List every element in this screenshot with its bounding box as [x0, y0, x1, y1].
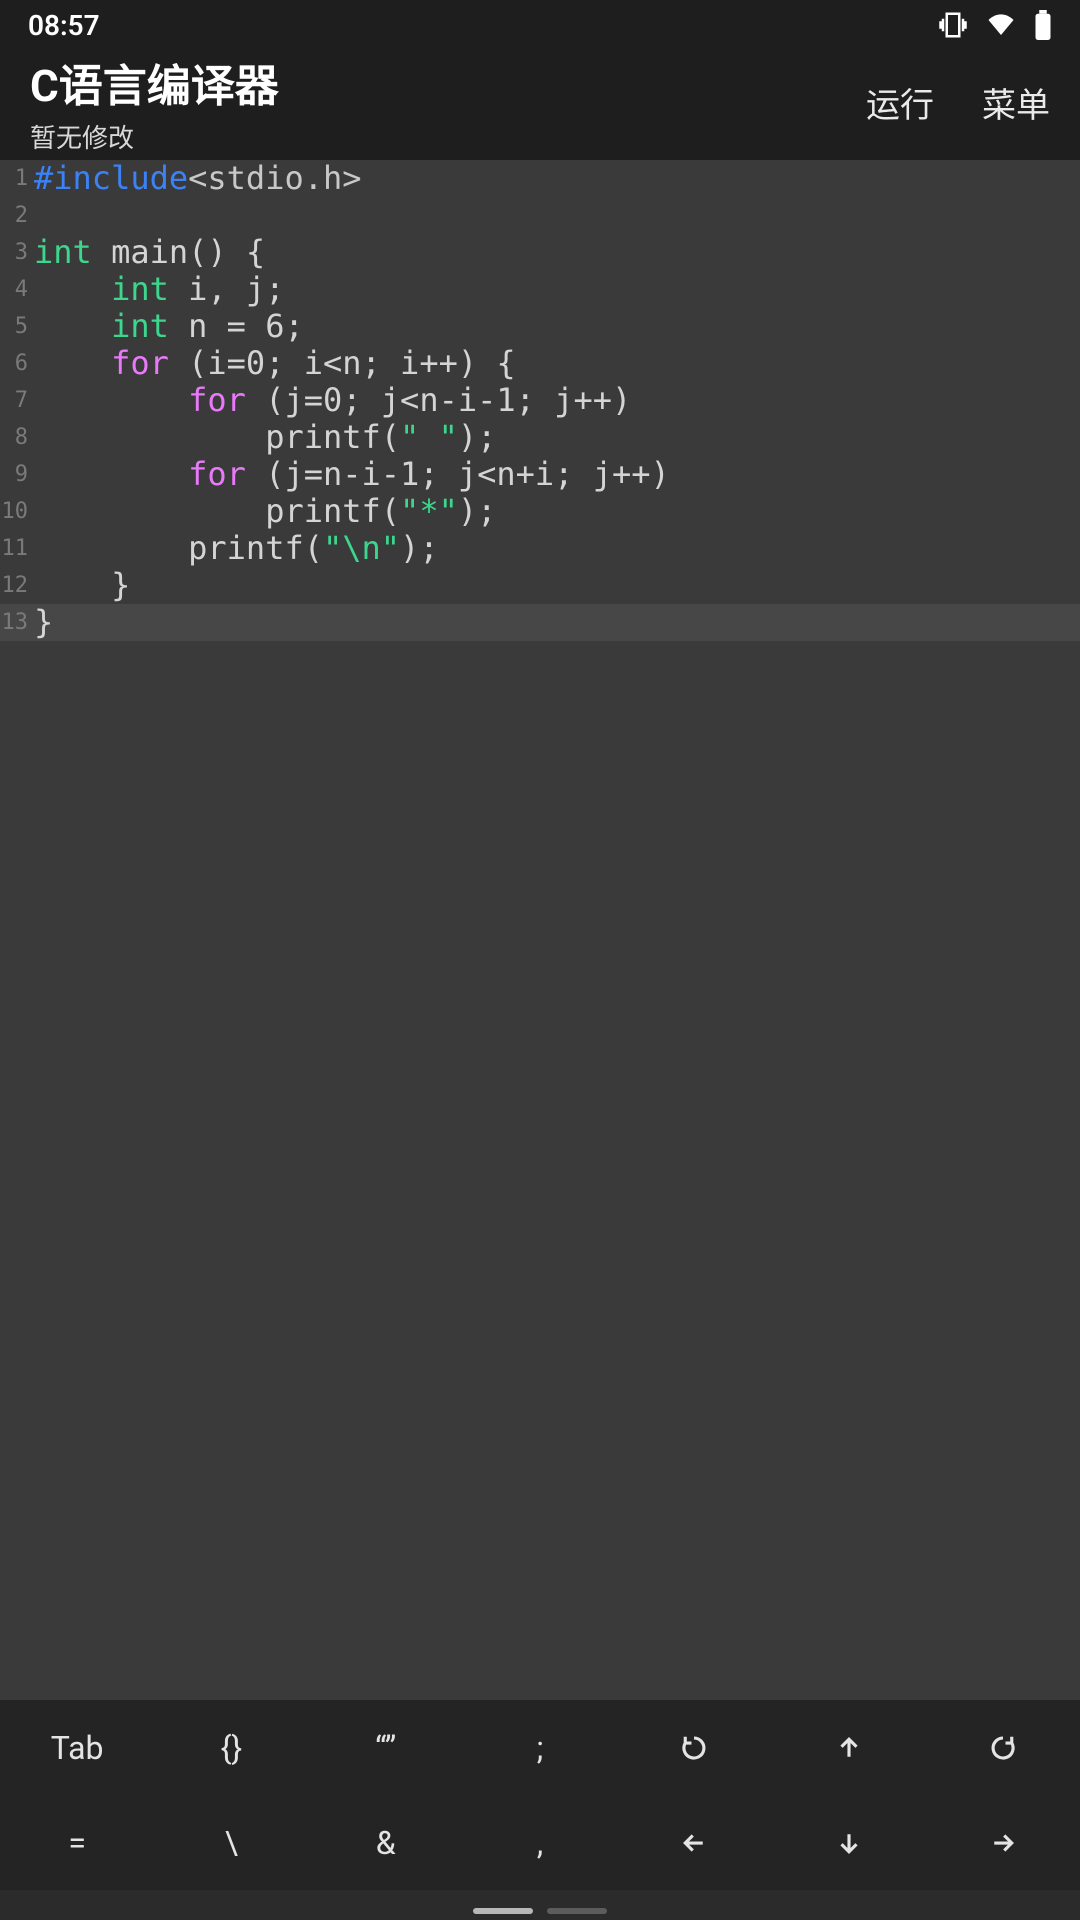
- shortcut-toolbar: Tab{}“”; =\&,: [0, 1700, 1080, 1890]
- line-number: 7: [0, 382, 30, 419]
- line-code[interactable]: int main() {: [30, 234, 265, 271]
- battery-icon: [1034, 10, 1052, 40]
- code-line[interactable]: 1#include<stdio.h>: [0, 160, 1080, 197]
- code-line[interactable]: 10 printf("*");: [0, 493, 1080, 530]
- code-line[interactable]: 13}: [0, 604, 1080, 641]
- line-number: 8: [0, 419, 30, 456]
- key-Tab[interactable]: Tab: [0, 1700, 154, 1795]
- home-indicator: [473, 1908, 607, 1914]
- line-code[interactable]: }: [30, 604, 53, 641]
- vibrate-icon: [938, 10, 968, 40]
- line-number: 9: [0, 456, 30, 493]
- key-sym[interactable]: &: [309, 1795, 463, 1890]
- line-number: 12: [0, 567, 30, 604]
- code-editor[interactable]: 1#include<stdio.h>23int main() {4 int i,…: [0, 160, 1080, 1700]
- line-number: 10: [0, 493, 30, 530]
- title-block: C语言编译器 暂无修改: [30, 50, 279, 155]
- redo-icon[interactable]: [926, 1700, 1080, 1795]
- key-sym[interactable]: ;: [463, 1700, 617, 1795]
- line-code[interactable]: printf("\n");: [30, 530, 439, 567]
- line-number: 13: [0, 604, 30, 641]
- key-row-1: Tab{}“”;: [0, 1700, 1080, 1795]
- code-line[interactable]: 11 printf("\n");: [0, 530, 1080, 567]
- line-code[interactable]: printf(" ");: [30, 419, 496, 456]
- status-icons: [938, 10, 1052, 40]
- code-line[interactable]: 2: [0, 197, 1080, 234]
- line-number: 1: [0, 160, 30, 197]
- code-line[interactable]: 4 int i, j;: [0, 271, 1080, 308]
- line-number: 6: [0, 345, 30, 382]
- arrow-down-icon[interactable]: [771, 1795, 925, 1890]
- line-code[interactable]: }: [30, 567, 130, 604]
- app-actions: 运行 菜单: [866, 78, 1050, 127]
- app-subtitle: 暂无修改: [30, 118, 279, 155]
- line-code[interactable]: int n = 6;: [30, 308, 304, 345]
- key-symsym[interactable]: “”: [309, 1700, 463, 1795]
- line-code[interactable]: #include<stdio.h>: [30, 160, 362, 197]
- line-number: 2: [0, 197, 30, 234]
- line-number: 11: [0, 530, 30, 567]
- key-row-2: =\&,: [0, 1795, 1080, 1890]
- line-code[interactable]: printf("*");: [30, 493, 496, 530]
- wifi-icon: [986, 10, 1016, 40]
- menu-button[interactable]: 菜单: [982, 78, 1050, 127]
- code-line[interactable]: 9 for (j=n-i-1; j<n+i; j++): [0, 456, 1080, 493]
- run-button[interactable]: 运行: [866, 78, 934, 127]
- code-line[interactable]: 8 printf(" ");: [0, 419, 1080, 456]
- code-line[interactable]: 3int main() {: [0, 234, 1080, 271]
- line-code[interactable]: for (j=0; j<n-i-1; j++): [30, 382, 631, 419]
- app-bar: C语言编译器 暂无修改 运行 菜单: [0, 50, 1080, 160]
- line-code[interactable]: for (i=0; i<n; i++) {: [30, 345, 516, 382]
- line-code[interactable]: for (j=n-i-1; j<n+i; j++): [30, 456, 670, 493]
- code-line[interactable]: 7 for (j=0; j<n-i-1; j++): [0, 382, 1080, 419]
- undo-icon[interactable]: [617, 1700, 771, 1795]
- key-symsym[interactable]: {}: [154, 1700, 308, 1795]
- key-sym[interactable]: ,: [463, 1795, 617, 1890]
- app-title: C语言编译器: [30, 50, 279, 114]
- status-time: 08:57: [28, 9, 100, 42]
- code-line[interactable]: 12 }: [0, 567, 1080, 604]
- code-line[interactable]: 5 int n = 6;: [0, 308, 1080, 345]
- line-number: 5: [0, 308, 30, 345]
- line-number: 4: [0, 271, 30, 308]
- line-number: 3: [0, 234, 30, 271]
- status-bar: 08:57: [0, 0, 1080, 50]
- key-sym[interactable]: =: [0, 1795, 154, 1890]
- line-code[interactable]: [30, 197, 34, 234]
- key-sym[interactable]: \: [154, 1795, 308, 1890]
- arrow-up-icon[interactable]: [771, 1700, 925, 1795]
- line-code[interactable]: int i, j;: [30, 271, 284, 308]
- arrow-left-icon[interactable]: [617, 1795, 771, 1890]
- code-line[interactable]: 6 for (i=0; i<n; i++) {: [0, 345, 1080, 382]
- arrow-right-icon[interactable]: [926, 1795, 1080, 1890]
